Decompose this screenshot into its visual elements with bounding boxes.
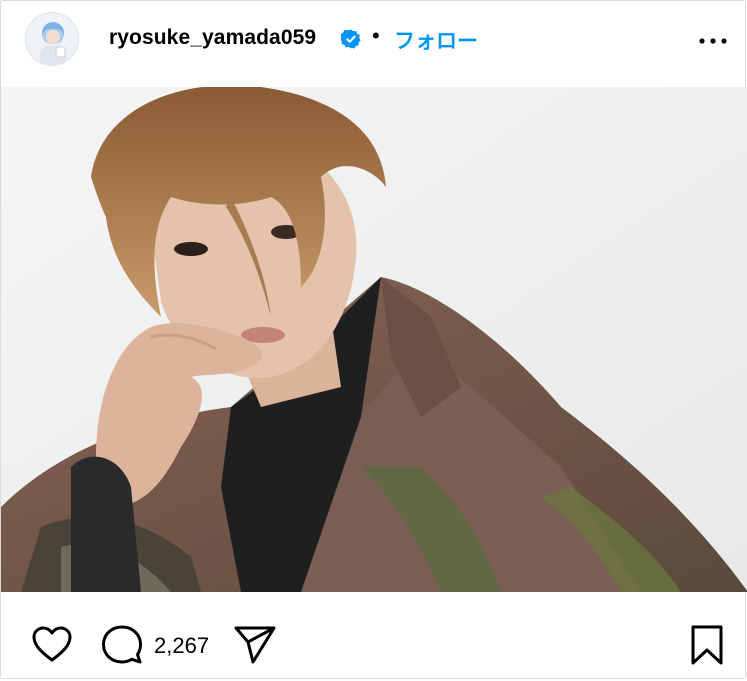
- post-card: ryosuke_yamada059 • フォロー 2,267: [0, 0, 747, 681]
- separator-dot: •: [372, 23, 380, 48]
- post-header: ryosuke_yamada059 • フォロー: [1, 1, 747, 81]
- save-bookmark-icon[interactable]: [689, 624, 725, 671]
- avatar[interactable]: [25, 12, 79, 66]
- verified-badge-icon: [339, 29, 361, 49]
- post-image[interactable]: [1, 87, 747, 592]
- action-bar: [1, 592, 747, 681]
- username[interactable]: ryosuke_yamada059: [109, 26, 316, 50]
- follow-button[interactable]: フォロー: [394, 25, 478, 55]
- more-options-icon[interactable]: [697, 31, 729, 51]
- comment-count: 2,267: [154, 633, 210, 658]
- share-send-icon[interactable]: [234, 625, 276, 670]
- comment-bubble-icon[interactable]: [101, 624, 143, 671]
- like-heart-icon[interactable]: [31, 625, 73, 668]
